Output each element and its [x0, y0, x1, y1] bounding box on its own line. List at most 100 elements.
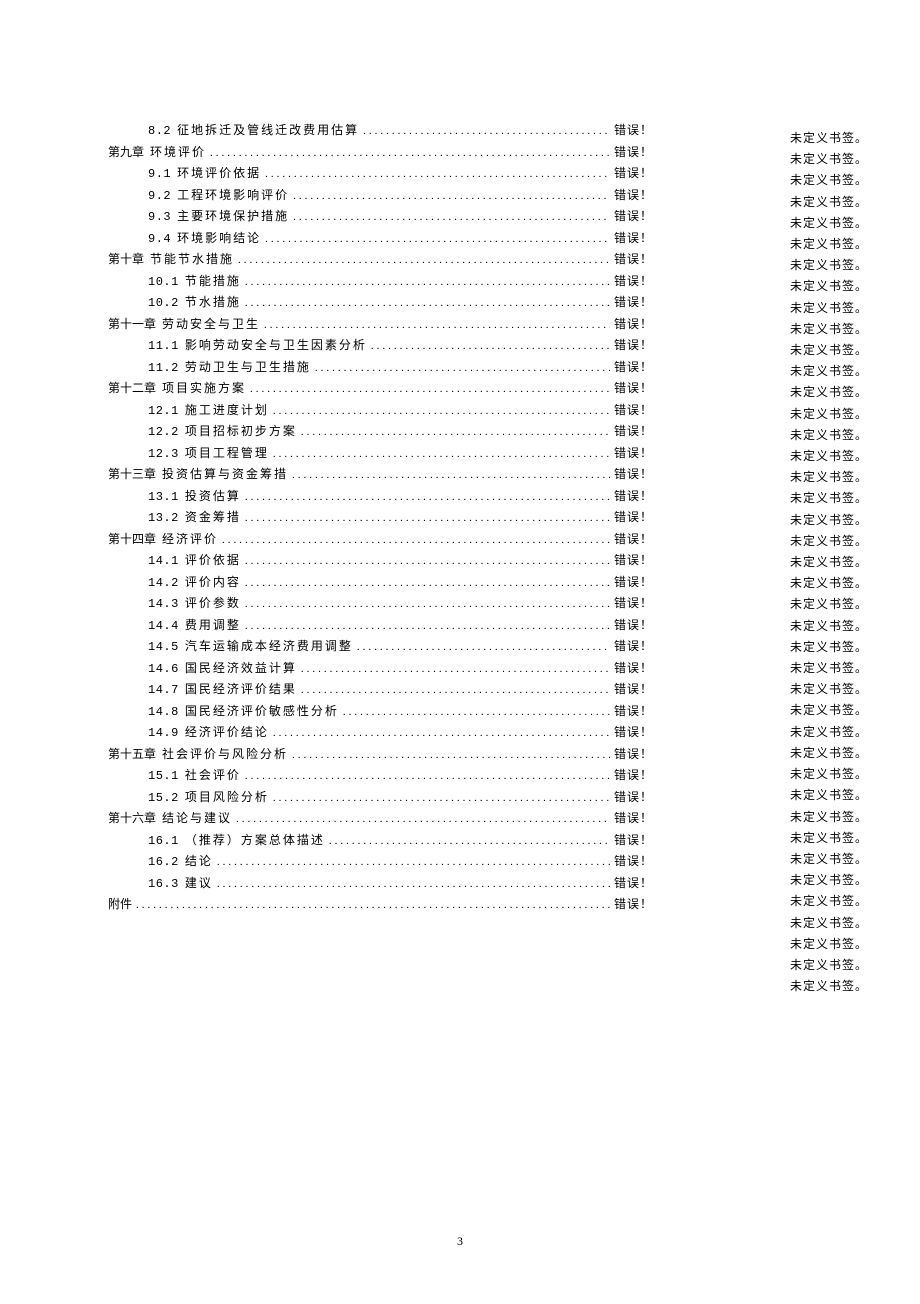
toc-entry: 第十四章经济评价错误！ [108, 529, 653, 551]
bookmark-error-text: 未定义书签。 [790, 361, 870, 382]
toc-title: 项目工程管理 [185, 443, 269, 464]
toc-leader-dots [217, 873, 610, 895]
toc-entry: 9.1环境评价依据错误！ [108, 163, 653, 185]
toc-error-suffix: 错误！ [614, 658, 653, 679]
bookmark-error-text: 未定义书签。 [790, 192, 870, 213]
bookmark-error-text: 未定义书签。 [790, 531, 870, 552]
toc-title: （推荐）方案总体描述 [185, 830, 325, 851]
toc-title: 评价内容 [185, 572, 241, 593]
toc-error-suffix: 错误！ [614, 142, 653, 163]
toc-error-suffix: 错误！ [614, 507, 653, 528]
toc-title: 社会评价 [185, 765, 241, 786]
bookmark-error-text: 未定义书签。 [790, 298, 870, 319]
toc-title: 项目风险分析 [185, 787, 269, 808]
toc-title: 费用调整 [185, 615, 241, 636]
toc-title: 资金筹措 [185, 507, 241, 528]
toc-leader-dots [301, 658, 610, 680]
bookmark-error-text: 未定义书签。 [790, 807, 870, 828]
toc-error-suffix: 错误！ [614, 636, 653, 657]
toc-title: 环境影响结论 [177, 228, 261, 249]
toc-entry: 14.5 汽车运输成本经济费用调整 错误！ [108, 636, 653, 658]
bookmark-error-text: 未定义书签。 [790, 552, 870, 573]
toc-leader-dots [245, 765, 610, 787]
toc-leader-dots [136, 894, 610, 916]
bookmark-error-text: 未定义书签。 [790, 870, 870, 891]
toc-entry: 11.2劳动卫生与卫生措施错误！ [108, 357, 653, 379]
bookmark-error-text: 未定义书签。 [790, 467, 870, 488]
toc-entry: 第九章环境评价错误！ [108, 142, 653, 164]
bookmark-error-text: 未定义书签。 [790, 446, 870, 467]
toc-error-suffix: 错误！ [614, 185, 653, 206]
toc-number: 第十二章 [108, 378, 156, 399]
bookmark-error-text: 未定义书签。 [790, 679, 870, 700]
toc-entry: 14.3评价参数错误！ [108, 593, 653, 615]
toc-error-suffix: 错误！ [614, 464, 653, 485]
toc-title: 汽车运输成本经济费用调整 [185, 636, 353, 657]
bookmark-error-text: 未定义书签。 [790, 913, 870, 934]
toc-title: 项目招标初步方案 [185, 421, 297, 442]
toc-entry: 15.2项目风险分析错误！ [108, 787, 653, 809]
toc-number: 第十章 [108, 249, 144, 270]
toc-leader-dots [265, 163, 610, 185]
toc-number: 14.5 [148, 637, 179, 658]
bookmark-error-text: 未定义书签。 [790, 722, 870, 743]
toc-entry: 第十六章结论与建议错误！ [108, 808, 653, 830]
bookmark-error-text: 未定义书签。 [790, 743, 870, 764]
toc-error-suffix: 错误！ [614, 249, 653, 270]
bookmark-error-text: 未定义书签。 [790, 658, 870, 679]
toc-leader-dots [293, 185, 610, 207]
toc-error-suffix: 错误！ [614, 486, 653, 507]
toc-leader-dots [250, 378, 610, 400]
toc-entry: 14.2评价内容错误！ [108, 572, 653, 594]
toc-entry: 第十二章项目实施方案错误！ [108, 378, 653, 400]
toc-error-suffix: 错误！ [614, 722, 653, 743]
toc-title: 国民经济效益计算 [185, 658, 297, 679]
toc-title: 施工进度计划 [185, 400, 269, 421]
bookmark-error-text: 未定义书签。 [790, 319, 870, 340]
toc-title: 征地拆迁及管线迁改费用估算 [177, 120, 359, 141]
toc-leader-dots [264, 314, 610, 336]
toc-number: 16.3 [148, 874, 179, 895]
toc-number: 11.2 [148, 358, 179, 379]
toc-leader-dots [292, 464, 610, 486]
toc-title: 节能措施 [185, 271, 241, 292]
toc-error-suffix: 错误！ [614, 830, 653, 851]
toc-number: 第十一章 [108, 314, 156, 335]
toc-leader-dots [273, 722, 610, 744]
toc-number: 14.4 [148, 616, 179, 637]
toc-error-suffix: 错误！ [614, 206, 653, 227]
toc-entry: 8.2征地拆迁及管线迁改费用估算错误！ [108, 120, 653, 142]
toc-leader-dots [371, 335, 610, 357]
toc-leader-dots [238, 249, 610, 271]
toc-leader-dots [273, 787, 610, 809]
toc-error-suffix: 错误！ [614, 421, 653, 442]
toc-entry: 12.1施工进度计划错误！ [108, 400, 653, 422]
toc-error-suffix: 错误！ [614, 271, 653, 292]
toc-entry: 11.1影响劳动安全与卫生因素分析错误！ [108, 335, 653, 357]
toc-number: 9.2 [148, 186, 171, 207]
toc-entry: 9.2工程环境影响评价错误！ [108, 185, 653, 207]
bookmark-error-text: 未定义书签。 [790, 213, 870, 234]
bookmark-error-text: 未定义书签。 [790, 934, 870, 955]
toc-error-suffix: 错误！ [614, 765, 653, 786]
toc-leader-dots [301, 421, 610, 443]
toc-title: 结论与建议 [162, 808, 232, 829]
toc-error-suffix: 错误！ [614, 400, 653, 421]
toc-number: 11.1 [148, 336, 179, 357]
toc-number: 附件 [108, 894, 132, 915]
toc-entry: 13.2 资金筹措 错误！ [108, 507, 653, 529]
bookmark-error-text: 未定义书签。 [790, 149, 870, 170]
toc-number: 8.2 [148, 121, 171, 142]
bookmark-error-text: 未定义书签。 [790, 425, 870, 446]
toc-title: 投资估算 [185, 486, 241, 507]
toc-entry: 16.3建议错误！ [108, 873, 653, 895]
toc-leader-dots [245, 507, 610, 529]
toc-number: 13.2 [148, 508, 179, 529]
toc-number: 14.6 [148, 659, 179, 680]
toc-title: 评价参数 [185, 593, 241, 614]
toc-entry: 9.4环境影响结论错误！ [108, 228, 653, 250]
toc-error-suffix: 错误！ [614, 615, 653, 636]
toc-number: 10.2 [148, 293, 179, 314]
toc-leader-dots [265, 228, 610, 250]
toc-leader-dots [292, 744, 610, 766]
